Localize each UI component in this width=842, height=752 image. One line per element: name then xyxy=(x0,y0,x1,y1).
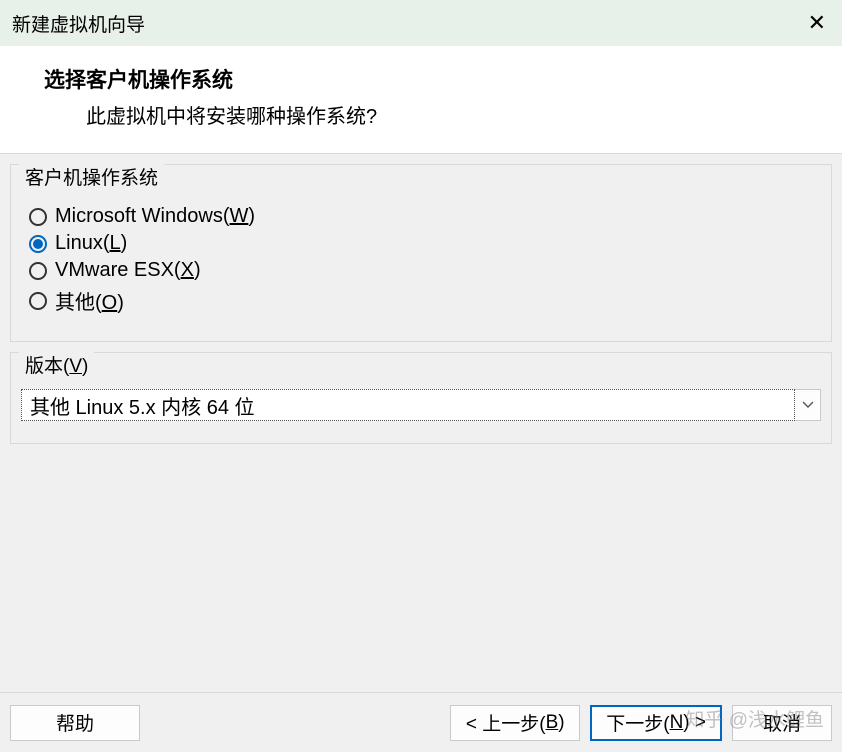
radio-label: Linux(L) xyxy=(55,232,127,255)
back-button[interactable]: < 上一步(B) xyxy=(450,705,580,741)
radio-icon xyxy=(29,235,47,253)
version-group: 版本(V) 其他 Linux 5.x 内核 64 位 xyxy=(10,352,832,444)
titlebar: 新建虚拟机向导 ✕ xyxy=(0,0,842,46)
guest-os-legend: 客户机操作系统 xyxy=(19,163,164,190)
version-dropdown[interactable]: 其他 Linux 5.x 内核 64 位 xyxy=(21,389,821,421)
version-legend: 版本(V) xyxy=(19,351,94,378)
radio-icon xyxy=(29,292,47,310)
wizard-header: 选择客户机操作系统 此虚拟机中将安装哪种操作系统? xyxy=(0,46,842,154)
os-option-other[interactable]: 其他(O) xyxy=(29,286,813,315)
close-icon[interactable]: ✕ xyxy=(808,12,826,34)
page-subheading: 此虚拟机中将安装哪种操作系统? xyxy=(44,100,818,129)
radio-icon xyxy=(29,262,47,280)
help-button[interactable]: 帮助 xyxy=(10,705,140,741)
os-option-linux[interactable]: Linux(L) xyxy=(29,232,813,255)
window-title: 新建虚拟机向导 xyxy=(12,10,145,37)
radio-label: Microsoft Windows(W) xyxy=(55,205,255,228)
os-option-vmware-esx[interactable]: VMware ESX(X) xyxy=(29,259,813,282)
os-option-windows[interactable]: Microsoft Windows(W) xyxy=(29,205,813,228)
radio-icon xyxy=(29,208,47,226)
wizard-body: 客户机操作系统 Microsoft Windows(W) Linux(L) VM… xyxy=(0,154,842,704)
radio-label: 其他(O) xyxy=(55,286,124,315)
wizard-footer: 帮助 < 上一步(B) 下一步(N) > 取消 xyxy=(0,692,842,752)
guest-os-group: 客户机操作系统 Microsoft Windows(W) Linux(L) VM… xyxy=(10,164,832,342)
radio-label: VMware ESX(X) xyxy=(55,259,201,282)
page-heading: 选择客户机操作系统 xyxy=(44,64,818,94)
version-dropdown-value: 其他 Linux 5.x 内核 64 位 xyxy=(21,389,795,421)
chevron-down-icon xyxy=(795,389,821,421)
next-button[interactable]: 下一步(N) > xyxy=(590,705,722,741)
cancel-button[interactable]: 取消 xyxy=(732,705,832,741)
